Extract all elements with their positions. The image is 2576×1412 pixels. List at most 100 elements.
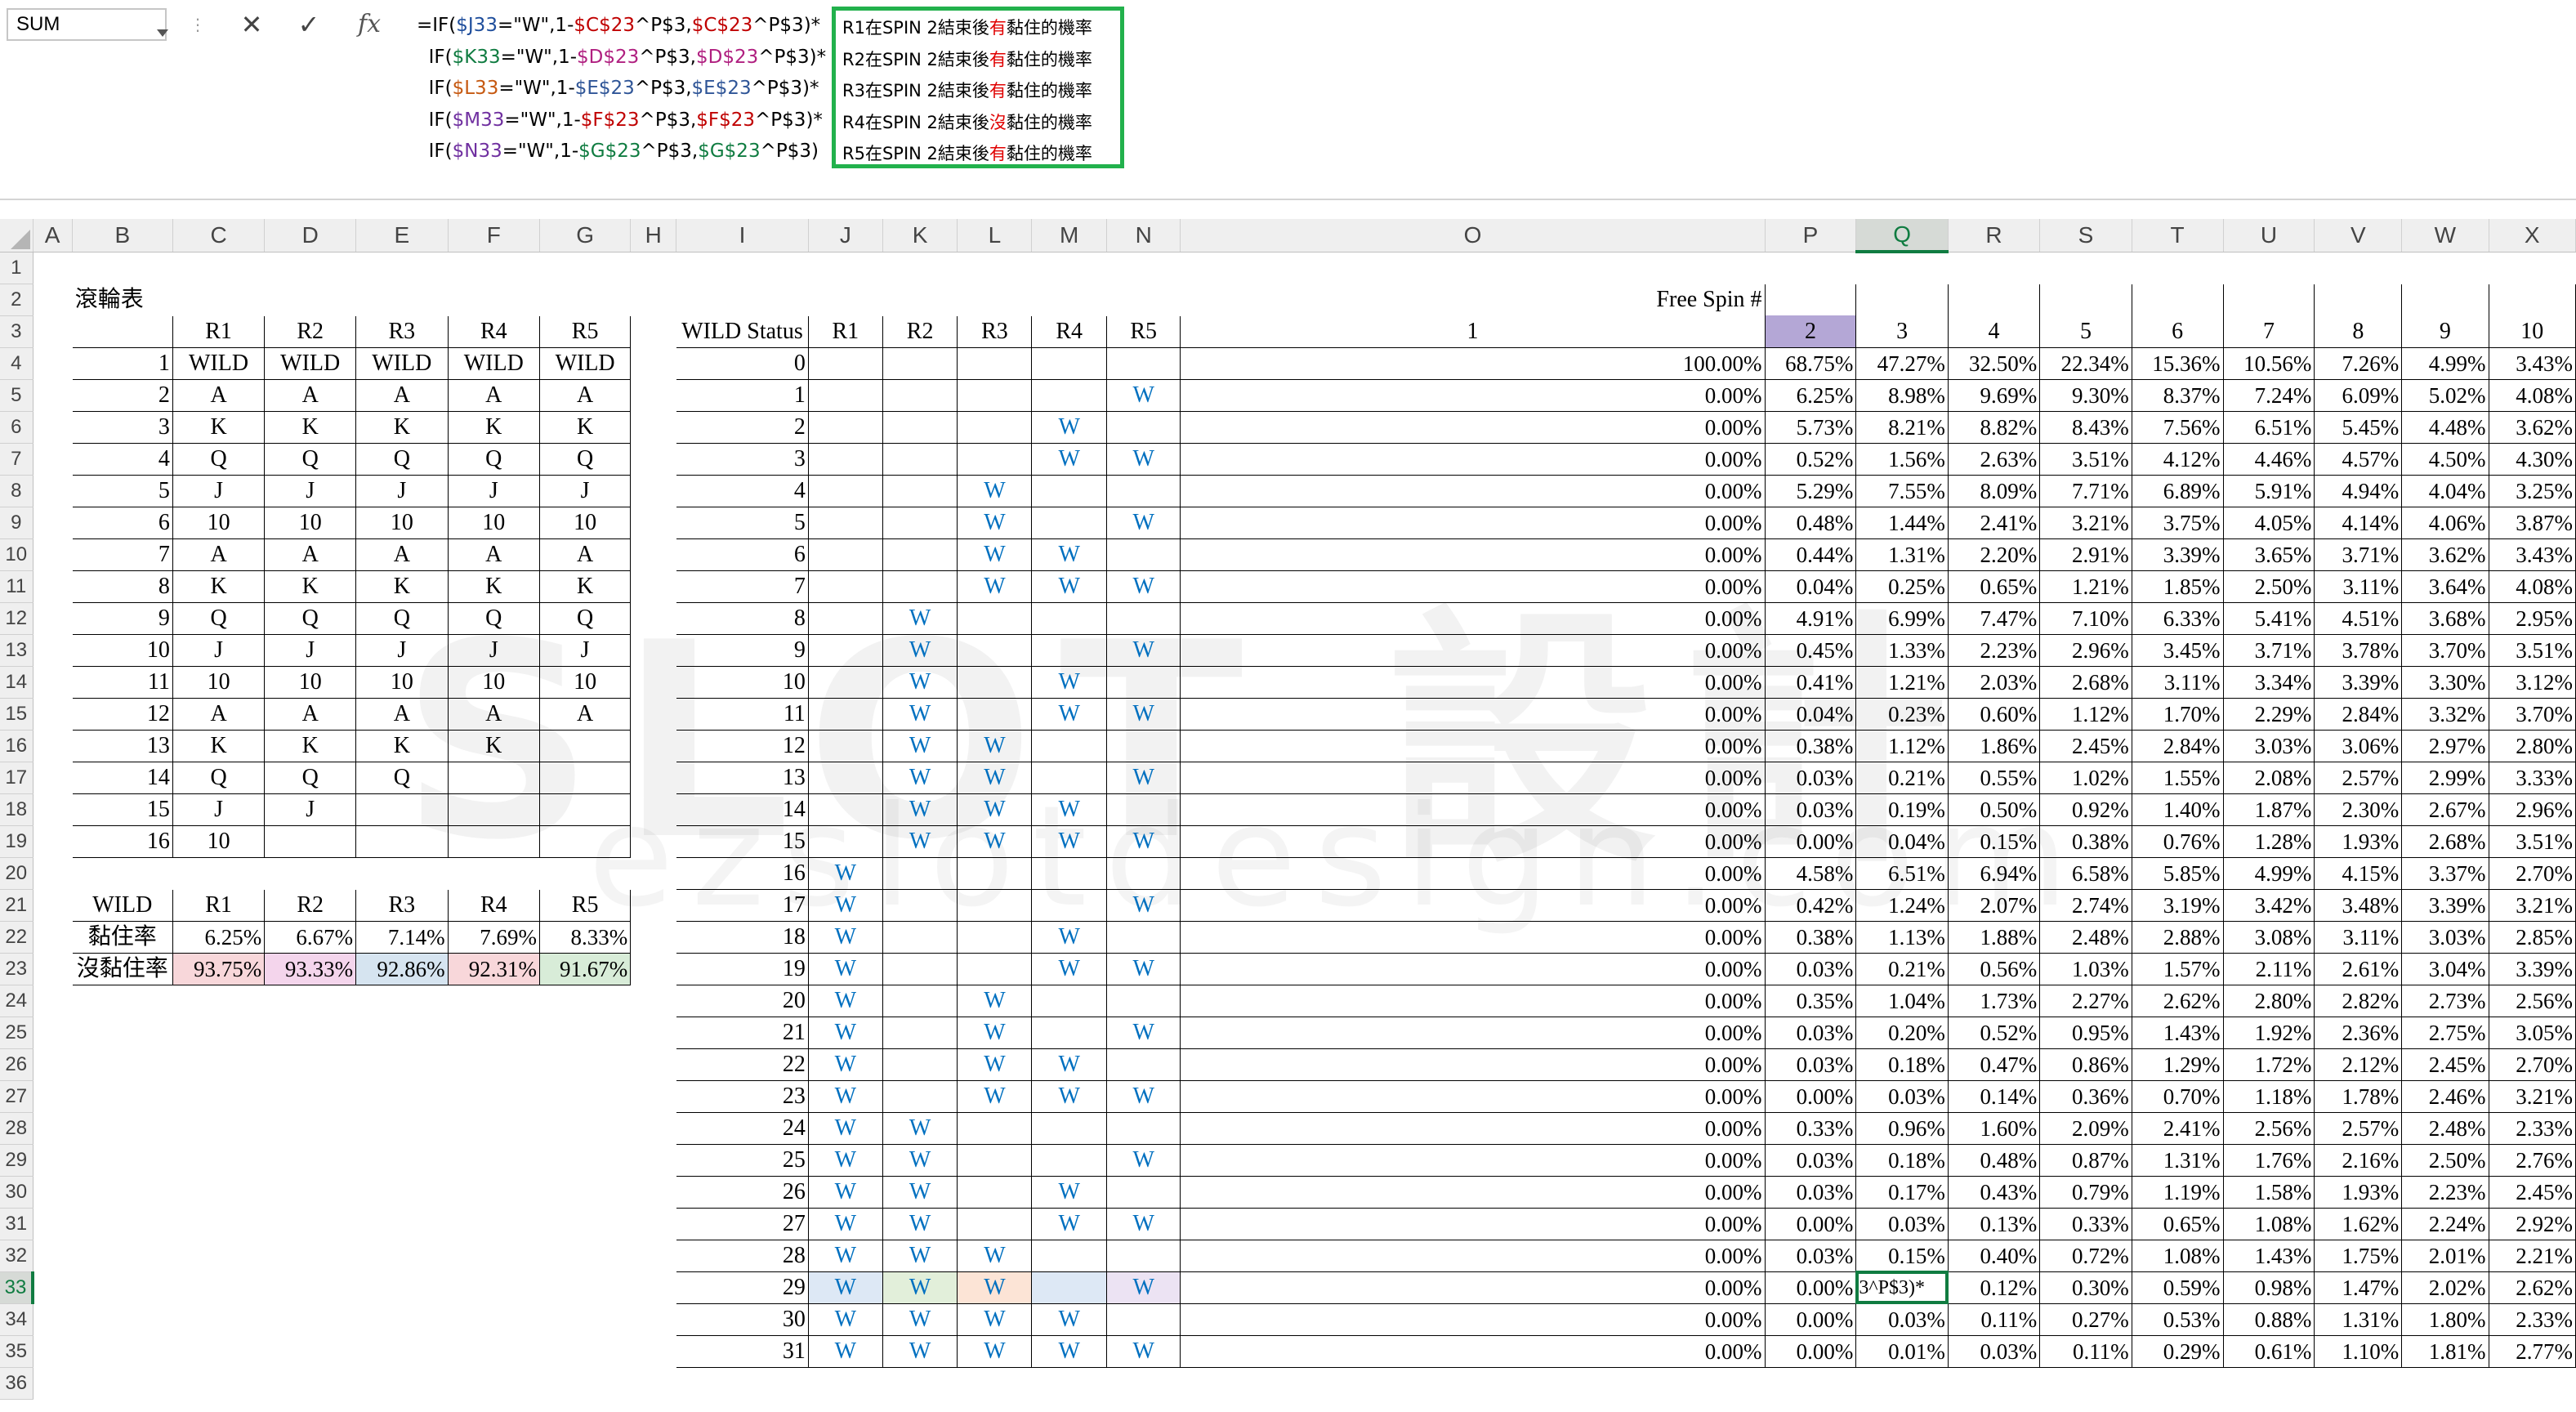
wild-status-index[interactable]: 21 <box>676 1016 809 1049</box>
reel-header[interactable]: R4 <box>447 315 541 348</box>
reel-index[interactable]: 8 <box>71 570 173 603</box>
probability[interactable]: 2.91% <box>2039 538 2132 571</box>
wild-flag[interactable]: W <box>957 1048 1033 1081</box>
reel-symbol[interactable] <box>538 761 632 794</box>
probability[interactable]: 1.47% <box>2314 1271 2403 1304</box>
wild-flag[interactable] <box>807 793 883 826</box>
cell[interactable] <box>2132 252 2223 284</box>
probability[interactable]: 2.75% <box>2401 1016 2489 1049</box>
row-header[interactable]: 28 <box>0 1112 33 1145</box>
probability[interactable]: 0.79% <box>2039 1175 2132 1209</box>
probability[interactable]: 0.03% <box>1764 952 1857 985</box>
probability[interactable]: 2.23% <box>1947 633 2041 667</box>
wild-status-index[interactable]: 4 <box>676 474 809 507</box>
probability[interactable]: 0.00% <box>1180 697 1766 731</box>
probability[interactable]: 0.00% <box>1180 410 1766 444</box>
probability[interactable]: 2.56% <box>2488 984 2576 1017</box>
cell[interactable] <box>1107 284 1181 315</box>
probability[interactable]: 0.00% <box>1180 570 1766 603</box>
probability[interactable]: 2.62% <box>2488 1271 2576 1304</box>
cell[interactable] <box>1765 252 1856 284</box>
reel-symbol[interactable]: K <box>447 570 541 603</box>
cell[interactable] <box>808 252 882 284</box>
cell[interactable] <box>265 1112 356 1144</box>
probability[interactable]: 0.21% <box>1855 952 1949 985</box>
probability[interactable]: 1.03% <box>2039 952 2132 985</box>
cell[interactable] <box>265 1048 356 1080</box>
probability[interactable]: 0.00% <box>1180 442 1766 476</box>
probability[interactable]: 4.04% <box>2401 474 2489 507</box>
cell[interactable] <box>33 825 72 857</box>
wild-flag[interactable]: W <box>807 1016 883 1049</box>
wild-flag[interactable] <box>1031 1239 1107 1272</box>
reel-header[interactable]: R2 <box>264 315 357 348</box>
wild-flag[interactable] <box>807 346 883 380</box>
reel-symbol[interactable]: A <box>447 538 541 571</box>
wild-flag[interactable]: W <box>957 729 1033 762</box>
reel-symbol[interactable]: J <box>172 793 266 826</box>
cell[interactable] <box>356 1303 448 1335</box>
cell[interactable] <box>72 1176 172 1208</box>
probability[interactable]: 1.18% <box>2222 1079 2315 1113</box>
cell[interactable] <box>172 1112 264 1144</box>
wild-flag[interactable] <box>807 729 883 762</box>
probability[interactable]: 2.56% <box>2222 1111 2315 1145</box>
probability[interactable]: 6.51% <box>2222 410 2315 444</box>
probability[interactable]: 4.99% <box>2222 856 2315 890</box>
wild-flag[interactable]: W <box>957 1239 1033 1272</box>
wild-flag[interactable] <box>1105 410 1181 444</box>
probability[interactable]: 2.85% <box>2488 920 2576 954</box>
reel-index[interactable]: 6 <box>71 506 173 539</box>
cell[interactable] <box>676 1367 809 1399</box>
probability[interactable]: 1.88% <box>1947 920 2041 954</box>
cell[interactable] <box>33 538 72 570</box>
column-header-n[interactable]: N <box>1106 219 1181 252</box>
cell[interactable] <box>540 1048 631 1080</box>
cell[interactable] <box>172 1176 264 1208</box>
cell[interactable] <box>2315 252 2402 284</box>
insert-function-icon[interactable]: fx <box>351 7 387 42</box>
probability[interactable]: 0.13% <box>1947 1207 2041 1240</box>
probability[interactable]: 0.86% <box>2039 1048 2132 1081</box>
reel-symbol[interactable] <box>447 824 541 858</box>
wild-flag[interactable]: W <box>1031 665 1107 699</box>
wild-table-header[interactable]: WILD <box>71 888 173 922</box>
probability[interactable]: 0.00% <box>1180 729 1766 762</box>
cell[interactable] <box>540 1208 631 1240</box>
row-header[interactable]: 22 <box>0 921 33 954</box>
free-spin-title[interactable]: Free Spin # <box>1180 283 1766 315</box>
probability[interactable]: 6.25% <box>1764 378 1857 412</box>
wild-flag[interactable] <box>1105 346 1181 380</box>
cell[interactable] <box>33 284 72 315</box>
probability[interactable]: 2.41% <box>2131 1111 2224 1145</box>
row-header[interactable]: 25 <box>0 1017 33 1049</box>
free-spin-number[interactable]: 10 <box>2488 315 2576 348</box>
reel-index[interactable]: 4 <box>71 442 173 476</box>
wild-flag[interactable]: W <box>882 793 958 826</box>
column-header-o[interactable]: O <box>1180 219 1766 252</box>
column-header-r[interactable]: R <box>1948 219 2041 252</box>
probability[interactable]: 0.56% <box>1947 952 2041 985</box>
probability[interactable]: 7.47% <box>1947 601 2041 635</box>
cell[interactable] <box>356 1144 448 1176</box>
probability[interactable]: 6.09% <box>2314 378 2403 412</box>
probability[interactable]: 0.00% <box>1180 1207 1766 1240</box>
wild-flag[interactable]: W <box>1105 952 1181 985</box>
cell[interactable] <box>631 1335 676 1367</box>
cell[interactable] <box>540 1112 631 1144</box>
cell[interactable] <box>265 1208 356 1240</box>
cell[interactable] <box>882 284 958 315</box>
probability[interactable]: 1.85% <box>2131 570 2224 603</box>
wild-flag[interactable]: W <box>882 697 958 731</box>
wild-flag[interactable] <box>882 506 958 539</box>
cell[interactable] <box>33 379 72 411</box>
wild-flag[interactable]: W <box>1105 888 1181 922</box>
reel-symbol[interactable]: WILD <box>447 346 541 380</box>
cell[interactable] <box>631 1080 676 1112</box>
cell[interactable] <box>33 1271 72 1303</box>
wild-flag[interactable]: W <box>1031 1334 1107 1368</box>
wild-flag[interactable] <box>1031 984 1107 1017</box>
wild-flag[interactable] <box>882 346 958 380</box>
wild-flag[interactable] <box>1105 1239 1181 1272</box>
active-cell-editing[interactable]: 3^P$3)* <box>1855 1271 1949 1304</box>
